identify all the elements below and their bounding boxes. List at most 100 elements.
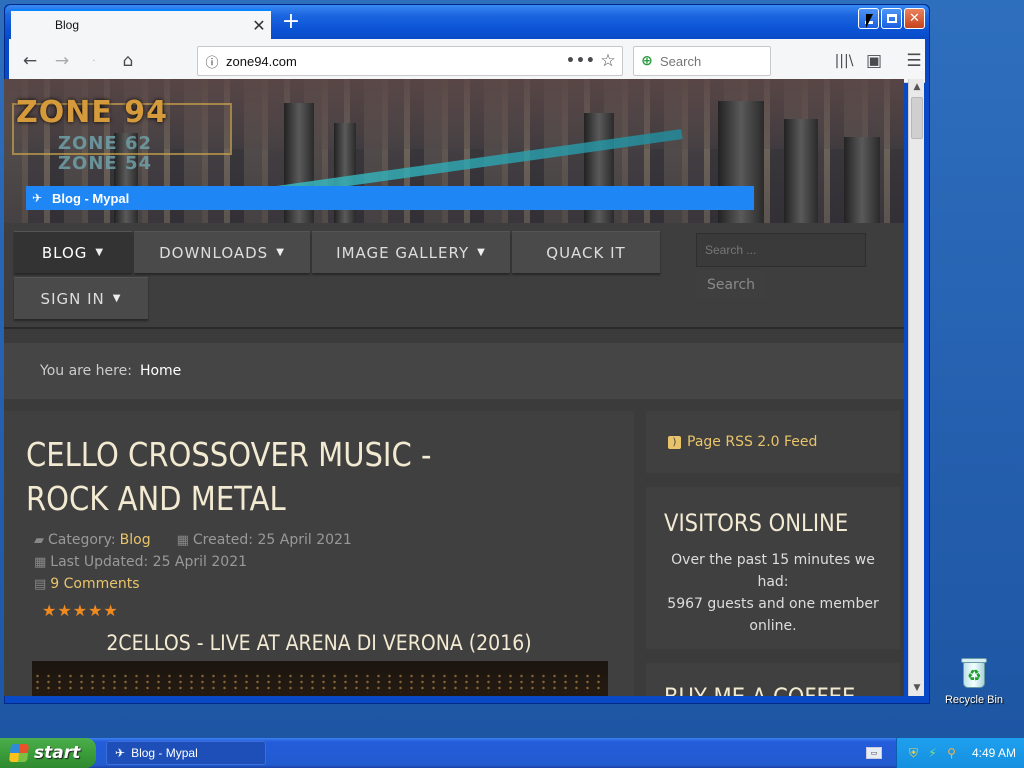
scroll-down-icon[interactable]: ▼ — [909, 680, 925, 696]
taskbar-item-mypal[interactable]: ✈ Blog - Mypal — [106, 741, 266, 765]
visitors-line-3: 5967 guests and one member — [667, 596, 879, 612]
caret-down-icon: ▼ — [112, 293, 122, 304]
menu-hamburger-icon[interactable]: ☰ — [901, 48, 927, 74]
page-viewport: ZONE 94 ZONE 62 ZONE 54 ✈ Blog - Mypal B… — [4, 79, 904, 696]
title-bar: Blog ✕ + ✕ — [5, 5, 929, 39]
library-icon[interactable]: |||\ — [831, 48, 857, 74]
folder-icon: ▰ — [34, 532, 44, 548]
address-bar[interactable]: ⓘ zone94.com ••• ☆ — [197, 46, 623, 76]
site-info-icon[interactable]: ⓘ — [198, 52, 226, 71]
star-icon[interactable]: ★ — [57, 601, 72, 620]
nav-item-image-gallery[interactable]: IMAGE GALLERY ▼ — [312, 231, 510, 273]
site-search-button[interactable]: Search — [696, 271, 766, 299]
last-updated-date: Last Updated: 25 April 2021 — [50, 554, 248, 570]
site-search-input[interactable]: Search ... — [696, 233, 866, 267]
maximize-button[interactable] — [881, 8, 902, 29]
visitors-line-4: online. — [749, 618, 797, 634]
main-navigation: BLOG ▼ DOWNLOADS ▼ IMAGE GALLERY ▼ QUACK… — [4, 223, 904, 329]
rss-feed-link[interactable]: ) Page RSS 2.0 Feed — [646, 411, 900, 473]
tab-close-icon[interactable]: ✕ — [247, 16, 271, 35]
reload-icon[interactable]: · — [81, 48, 107, 74]
close-window-button[interactable]: ✕ — [904, 8, 925, 29]
visitors-title: VISITORS ONLINE — [664, 509, 849, 537]
taskbar: start ✈ Blog - Mypal ▭ ⛨ ⚡ ⚲ 4:49 AM — [0, 738, 1024, 768]
visitors-line-1: Over the past 15 minutes we — [671, 552, 875, 568]
video-player[interactable] — [32, 661, 608, 696]
caret-down-icon: ▼ — [276, 247, 285, 258]
coffee-title: BUY ME A COFFEE — [664, 683, 855, 696]
star-icon[interactable]: ★ — [73, 601, 88, 620]
browser-search-box[interactable]: ⊕ — [633, 46, 771, 76]
star-icon[interactable]: ★ — [42, 601, 57, 620]
nav-label: BLOG — [41, 243, 88, 262]
search-engine-icon[interactable]: ⊕ — [634, 53, 660, 69]
logo-line-3: ZONE 54 — [58, 153, 153, 174]
system-tray: ⛨ ⚡ ⚲ 4:49 AM — [896, 738, 1024, 768]
star-icon[interactable]: ★ — [88, 601, 103, 620]
caret-down-icon: ▼ — [95, 247, 105, 258]
bookmark-star-icon[interactable]: ☆ — [594, 51, 622, 71]
windows-logo-icon — [9, 744, 29, 762]
article-title[interactable]: CELLO CROSSOVER MUSIC - ROCK AND METAL — [26, 433, 519, 521]
caret-down-icon: ▼ — [477, 247, 486, 258]
page-actions-icon[interactable]: ••• — [566, 53, 595, 69]
forward-arrow-icon[interactable]: → — [49, 48, 75, 74]
breadcrumb-prefix: You are here: — [40, 363, 132, 379]
rating-stars[interactable]: ★★★★★ — [42, 601, 119, 620]
scroll-thumb[interactable] — [911, 97, 923, 139]
nav-item-quack-it[interactable]: QUACK IT — [512, 231, 660, 273]
nav-label: SIGN IN — [40, 289, 105, 308]
logo-line-1: ZONE 94 — [16, 95, 169, 130]
visitors-line-2: had: — [757, 574, 789, 590]
article: CELLO CROSSOVER MUSIC - ROCK AND METAL ▰… — [4, 411, 634, 696]
nav-label: IMAGE GALLERY — [336, 243, 470, 262]
recycle-bin-label: Recycle Bin — [944, 694, 1004, 706]
star-icon[interactable]: ★ — [103, 601, 118, 620]
clock[interactable]: 4:49 AM — [972, 746, 1016, 760]
site-logo[interactable]: ZONE 94 ZONE 62 ZONE 54 — [12, 95, 232, 175]
scroll-up-icon[interactable]: ▲ — [909, 79, 925, 95]
sidebar-toggle-icon[interactable]: ▣ — [861, 48, 887, 74]
nav-item-downloads[interactable]: DOWNLOADS ▼ — [134, 231, 310, 273]
browser-search-input[interactable] — [660, 53, 760, 69]
video-title: 2CELLOS - LIVE AT ARENA DI VERONA (2016) — [106, 631, 532, 655]
taskbar-item-label: Blog - Mypal — [131, 746, 198, 760]
tab-title: Blog — [55, 18, 80, 32]
nav-item-sign-in[interactable]: SIGN IN ▼ — [14, 277, 148, 319]
start-button[interactable]: start — [0, 738, 96, 768]
browser-tab[interactable]: Blog ✕ — [11, 9, 271, 39]
blog-title-bar: ✈ Blog - Mypal — [26, 186, 754, 210]
nav-label: QUACK IT — [546, 243, 626, 262]
blog-title-text: Blog - Mypal — [52, 190, 130, 206]
nav-item-blog[interactable]: BLOG ▼ — [14, 231, 132, 273]
buy-coffee-panel: BUY ME A COFFEE — [646, 663, 900, 696]
category-link[interactable]: Blog — [120, 532, 151, 548]
breadcrumb-home-link[interactable]: Home — [140, 363, 181, 379]
article-meta-row-1: ▰ Category: Blog ▦ Created: 25 April 202… — [34, 532, 352, 548]
home-icon[interactable]: ⌂ — [115, 48, 141, 74]
mouse-cursor — [866, 14, 873, 28]
article-meta-row-2: ▦ Last Updated: 25 April 2021 — [34, 554, 247, 570]
logo-line-2: ZONE 62 — [58, 133, 153, 154]
network-icon[interactable]: ⚡ — [926, 746, 939, 760]
rss-icon: ) — [668, 435, 681, 449]
search-tray-icon[interactable]: ⚲ — [945, 746, 958, 760]
back-arrow-icon[interactable]: ← — [17, 48, 43, 74]
recycle-bin-icon[interactable]: ♻ Recycle Bin — [942, 656, 1006, 706]
keyboard-icon[interactable]: ▭ — [866, 747, 882, 759]
comments-link[interactable]: 9 Comments — [50, 576, 139, 592]
browser-toolbar: ← → · ⌂ ⓘ zone94.com ••• ☆ ⊕ |||\ ▣ ☰ — [9, 39, 925, 83]
security-shield-icon[interactable]: ⛨ — [907, 746, 920, 760]
header-banner: ZONE 94 ZONE 62 ZONE 54 ✈ Blog - Mypal — [4, 79, 904, 223]
visitors-online-panel: VISITORS ONLINE Over the past 15 minutes… — [646, 487, 900, 649]
new-tab-button[interactable]: + — [277, 11, 305, 35]
article-meta-row-3: ▤ 9 Comments — [34, 576, 140, 592]
url-text[interactable]: zone94.com — [226, 54, 566, 69]
breadcrumb: You are here: Home — [4, 343, 904, 399]
mypal-icon: ✈ — [115, 746, 126, 760]
category-label: Category: — [48, 532, 116, 548]
vertical-scrollbar[interactable]: ▲ ▼ — [908, 79, 924, 696]
start-label: start — [34, 743, 81, 763]
rss-label: Page RSS 2.0 Feed — [687, 434, 818, 450]
mypal-icon: ✈ — [32, 191, 43, 205]
